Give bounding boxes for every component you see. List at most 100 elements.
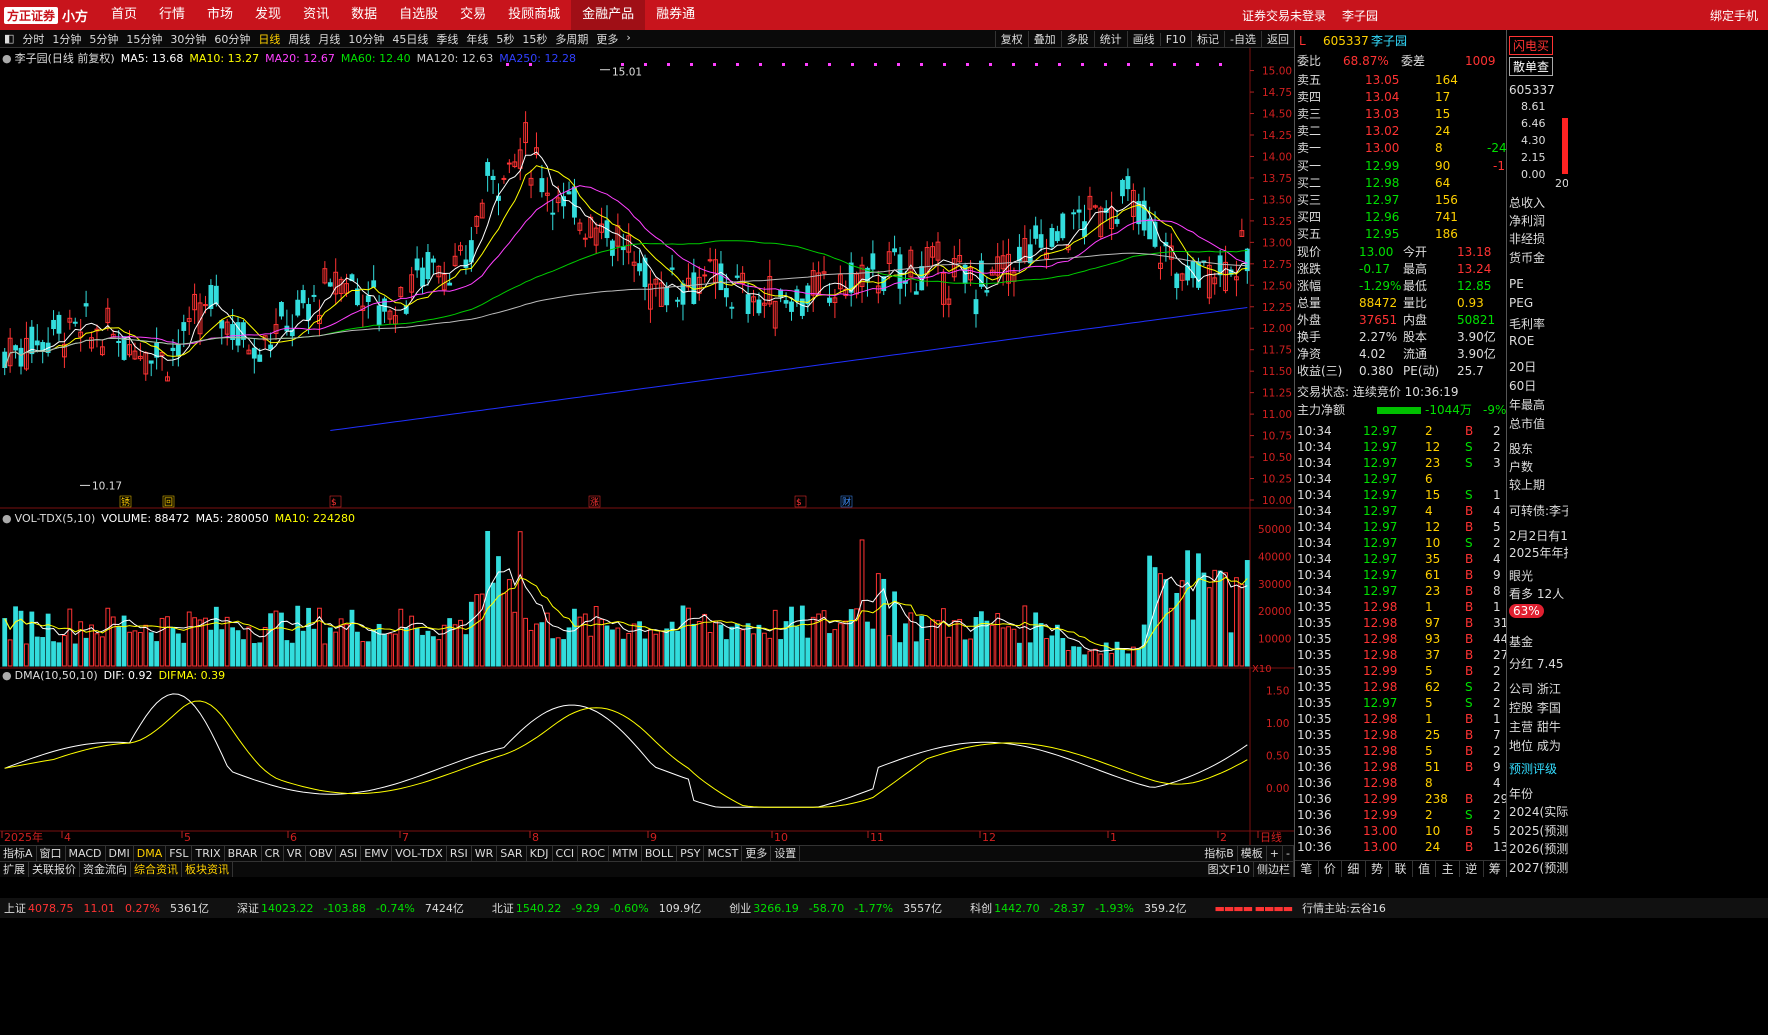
indicator-tab[interactable]: SAR [497,846,527,861]
period-tab[interactable]: 10分钟 [344,31,388,47]
period-tab[interactable]: 30分钟 [166,31,210,47]
side-item[interactable]: 年最高 [1509,396,1545,413]
side-item[interactable]: 公司 浙江 [1509,680,1561,697]
period-tab[interactable]: 周线 [284,31,314,47]
side-item[interactable]: 股东 [1509,440,1533,457]
indicator-tab[interactable]: DMI [106,846,134,861]
sidebar-button[interactable]: 侧边栏 [1254,862,1294,877]
indicator-tab[interactable]: MACD [66,846,106,861]
side-item[interactable]: 非经损 [1509,230,1545,247]
side-item[interactable]: 货币金 [1509,249,1545,266]
indicator-settings-icon[interactable]: ● [2,512,12,525]
nav-item[interactable]: 首页 [100,0,148,30]
login-status[interactable]: 证券交易未登录 [1242,7,1326,24]
indicator-tab[interactable]: MTM [609,846,642,861]
side-item[interactable]: 60日 [1509,377,1536,394]
side-item[interactable]: 看多 12人 [1509,585,1564,602]
nav-item[interactable]: 融券通 [645,0,706,30]
indicator-tab[interactable]: 窗口 [37,846,66,861]
quote-tab[interactable]: 逆 [1460,861,1484,877]
indicator-right-button[interactable]: - [1283,846,1294,861]
indicator-tab[interactable]: BOLL [642,846,678,861]
toolbar-right-button[interactable]: 返回 [1261,31,1294,47]
side-item[interactable]: PEG [1509,296,1533,310]
side-item[interactable]: 可转债:李子 [1509,502,1568,519]
odd-lot-button[interactable]: 散单查 [1509,57,1554,76]
index-name[interactable]: 北证 [492,900,514,916]
indicator-tab[interactable]: CCI [553,846,579,861]
indicator-tab[interactable]: DMA [134,846,167,861]
indicator-tab[interactable]: 设置 [771,846,801,861]
period-tab[interactable]: 年线 [462,31,492,47]
period-tab[interactable]: 1分钟 [48,31,85,47]
user-name[interactable]: 李子园 [1342,7,1378,24]
bind-phone-link[interactable]: 绑定手机 [1710,7,1758,24]
indicator-tab[interactable]: 指标A [0,846,37,861]
nav-item[interactable]: 数据 [340,0,388,30]
info-tab[interactable]: 关联报价 [29,862,80,877]
indicator-tab[interactable]: ROC [578,846,610,861]
kline-svg[interactable]: 15.00 14.75 14.50 14.25 14.00 13.75 13.50 13.25… [0,48,1294,845]
info-tab[interactable]: 扩展 [0,862,29,877]
toolbar-right-button[interactable]: 标记 [1191,31,1224,47]
side-item[interactable]: 2025年年报 [1509,544,1568,561]
toolbar-right-button[interactable]: 统计 [1093,31,1127,47]
indicator-tab[interactable]: WR [472,846,498,861]
period-tab[interactable]: 分时 [18,31,48,47]
f10-button[interactable]: 图文F10 [1205,862,1254,877]
indicator-tab[interactable]: 更多 [742,846,772,861]
indicator-right-button[interactable]: 模板 [1238,846,1267,861]
indicator-tab[interactable]: KDJ [527,846,553,861]
side-item[interactable]: 2027(预测 [1509,859,1568,876]
toolbar-right-button[interactable]: 多股 [1060,31,1094,47]
side-item[interactable]: 2026(预测 [1509,840,1568,857]
quote-tab[interactable]: 细 [1342,861,1366,877]
side-item[interactable]: 20日 [1509,358,1536,375]
quote-tab[interactable]: 价 [1319,861,1343,877]
period-tab[interactable]: 5分钟 [85,31,122,47]
side-item[interactable]: 毛利率 [1509,315,1545,332]
toolbar-right-button[interactable]: 复权 [994,31,1028,47]
indicator-tab[interactable]: VR [284,846,307,861]
side-item[interactable]: 总收入 [1509,194,1545,211]
indicator-right-button[interactable]: + [1267,846,1284,861]
quote-tab[interactable]: 筹 [1484,861,1508,877]
period-tab[interactable]: 更多 [592,31,622,47]
period-tab[interactable]: 5秒 [492,31,518,47]
indicator-tab[interactable]: FSL [166,846,193,861]
indicator-tab[interactable]: PSY [677,846,705,861]
side-item[interactable]: 较上期 [1509,476,1545,493]
side-item[interactable]: 总市值 [1509,415,1545,432]
period-tab[interactable]: 45日线 [388,31,432,47]
indicator-tab[interactable]: ASI [336,846,362,861]
indicator-tab[interactable]: VOL-TDX [392,846,447,861]
indicator-tab[interactable]: TRIX [192,846,225,861]
period-tab[interactable]: 季线 [432,31,462,47]
index-name[interactable]: 科创 [970,900,992,916]
toolbar-right-button[interactable]: 画线 [1126,31,1160,47]
indicator-tab[interactable]: OBV [306,846,337,861]
indicator-tab[interactable]: EMV [361,846,393,861]
side-item[interactable]: 地位 成为 [1509,737,1561,754]
period-tab[interactable]: 月线 [314,31,344,47]
nav-item[interactable]: 发现 [244,0,292,30]
info-tab[interactable]: 资金流向 [80,862,131,877]
indicator-settings-icon[interactable]: ● [2,669,12,682]
index-name[interactable]: 上证 [4,900,26,916]
indicator-right-button[interactable]: 指标B [1201,846,1238,861]
side-item[interactable]: 户数 [1509,458,1533,475]
period-tab[interactable]: 15分钟 [122,31,166,47]
side-item[interactable]: 控股 李国 [1509,699,1561,716]
index-name[interactable]: 创业 [729,900,751,916]
side-item[interactable]: 主营 甜牛 [1509,718,1561,735]
side-item[interactable]: 63% [1509,604,1544,618]
quote-tab[interactable]: 主 [1436,861,1460,877]
kline-chart-area[interactable]: 15.00 14.75 14.50 14.25 14.00 13.75 13.50 13.25… [0,48,1294,845]
indicator-tab[interactable]: CR [262,846,284,861]
nav-item[interactable]: 投顾商城 [497,0,571,30]
nav-item[interactable]: 资讯 [292,0,340,30]
side-item[interactable]: 2月2日有1 [1509,527,1568,544]
lightning-buy-button[interactable]: 闪电买 [1509,36,1554,55]
quote-tab[interactable]: 值 [1413,861,1437,877]
side-item[interactable]: 眼光 [1509,567,1533,584]
